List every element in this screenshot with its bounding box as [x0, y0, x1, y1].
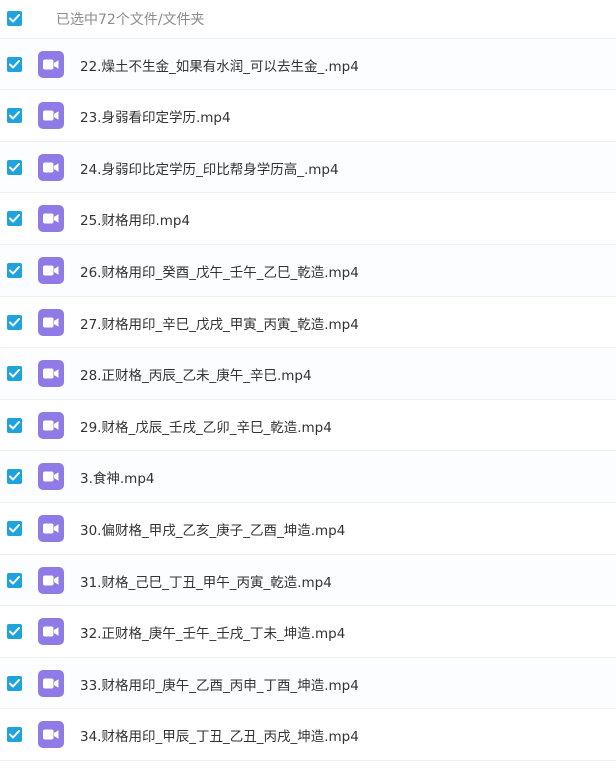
file-checkbox[interactable] [7, 417, 22, 433]
file-row[interactable]: 29.财格_戊辰_壬戌_乙卯_辛巳_乾造.mp4 [0, 399, 616, 452]
file-row[interactable]: 34.财格用印_甲辰_丁丑_乙丑_丙戌_坤造.mp4 [0, 709, 616, 761]
file-checkbox[interactable] [7, 727, 22, 743]
file-name[interactable]: 33.财格用印_庚午_乙酉_丙申_丁酉_坤造.mp4 [80, 674, 359, 694]
file-row[interactable]: 33.财格用印_庚午_乙酉_丙申_丁酉_坤造.mp4 [0, 657, 616, 710]
file-checkbox[interactable] [7, 56, 22, 72]
file-checkbox[interactable] [7, 366, 22, 382]
file-list-page: 21.财官格_癸亥_辛酉_庚戌_乾造.mp4 22.燥土不生金_如果有水润_可以… [0, 0, 616, 784]
checkmark-icon [9, 420, 20, 430]
file-checkbox[interactable] [7, 624, 22, 640]
file-name[interactable]: 22.燥土不生金_如果有水润_可以去生金_.mp4 [80, 55, 359, 75]
video-camera-icon [43, 265, 59, 276]
video-file-icon [38, 514, 64, 542]
file-row[interactable]: 24.身弱印比定学历_印比帮身学历高_.mp4 [0, 141, 616, 194]
file-checkbox[interactable] [7, 262, 22, 278]
file-name[interactable]: 23.身弱看印定学历.mp4 [80, 106, 231, 126]
video-camera-icon [43, 575, 59, 586]
checkmark-icon [9, 627, 20, 636]
video-camera-icon [43, 213, 59, 224]
file-row[interactable]: 22.燥土不生金_如果有水润_可以去生金_.mp4 [0, 38, 616, 91]
selection-header: 已选中72个文件/文件夹 [0, 0, 616, 38]
file-row[interactable]: 26.财格用印_癸酉_戊午_壬午_乙巳_乾造.mp4 [0, 244, 616, 297]
video-camera-icon [43, 59, 59, 70]
checkmark-icon [9, 214, 20, 223]
file-checkbox[interactable] [7, 469, 22, 485]
video-camera-icon [43, 471, 59, 482]
video-camera-icon [43, 420, 59, 431]
file-row[interactable]: 30.偏财格_甲戌_乙亥_庚子_乙酉_坤造.mp4 [0, 502, 616, 555]
file-checkbox[interactable] [7, 572, 22, 588]
checkmark-icon [9, 111, 20, 120]
checkmark-icon [9, 317, 20, 327]
video-camera-icon [43, 110, 59, 121]
file-name[interactable]: 3.食神.mp4 [80, 467, 154, 487]
file-row[interactable]: 3.食神.mp4 [0, 451, 616, 503]
file-name[interactable]: 29.财格_戊辰_壬戌_乙卯_辛巳_乾造.mp4 [80, 416, 332, 436]
video-file-icon [38, 256, 64, 284]
file-row[interactable]: 23.身弱看印定学历.mp4 [0, 90, 616, 142]
checkmark-icon [9, 369, 20, 378]
checkmark-icon [9, 162, 20, 172]
checkmark-icon [9, 678, 20, 688]
video-camera-icon [43, 523, 59, 534]
file-checkbox[interactable] [7, 675, 22, 691]
file-name[interactable]: 26.财格用印_癸酉_戊午_壬午_乙巳_乾造.mp4 [80, 261, 359, 281]
file-checkbox[interactable] [7, 159, 22, 175]
file-checkbox[interactable] [7, 108, 22, 124]
video-file-icon [38, 102, 64, 130]
checkmark-icon [9, 575, 20, 585]
file-name[interactable]: 28.正财格_丙辰_乙未_庚午_辛巳.mp4 [80, 364, 312, 384]
file-row[interactable]: 32.正财格_庚午_壬午_壬戌_丁未_坤造.mp4 [0, 606, 616, 658]
video-file-icon [38, 153, 64, 181]
video-camera-icon [43, 678, 59, 689]
video-file-icon [38, 463, 64, 491]
checkmark-icon [9, 14, 20, 23]
file-name[interactable]: 25.财格用印.mp4 [80, 209, 190, 229]
file-checkbox[interactable] [7, 211, 22, 227]
video-file-icon [38, 50, 64, 78]
checkmark-icon [9, 265, 20, 275]
file-name[interactable]: 27.财格用印_辛巳_戊戌_甲寅_丙寅_乾造.mp4 [80, 313, 359, 333]
file-checkbox[interactable] [7, 520, 22, 536]
video-camera-icon [43, 626, 59, 637]
file-name[interactable]: 24.身弱印比定学历_印比帮身学历高_.mp4 [80, 158, 339, 178]
video-file-icon [38, 308, 64, 336]
video-camera-icon [43, 317, 59, 328]
video-camera-icon [43, 162, 59, 173]
file-name[interactable]: 30.偏财格_甲戌_乙亥_庚子_乙酉_坤造.mp4 [80, 519, 345, 539]
file-row[interactable]: 31.财格_己巳_丁丑_甲午_丙寅_乾造.mp4 [0, 554, 616, 607]
video-file-icon [38, 411, 64, 439]
file-row[interactable]: 27.财格用印_辛巳_戊戌_甲寅_丙寅_乾造.mp4 [0, 296, 616, 349]
checkmark-icon [9, 472, 20, 481]
video-camera-icon [43, 729, 59, 740]
selection-count-text: 已选中72个文件/文件夹 [56, 12, 205, 28]
file-name[interactable]: 31.财格_己巳_丁丑_甲午_丙寅_乾造.mp4 [80, 571, 332, 591]
checkmark-icon [9, 523, 20, 533]
file-row[interactable]: 28.正财格_丙辰_乙未_庚午_辛巳.mp4 [0, 348, 616, 400]
file-row[interactable]: 25.财格用印.mp4 [0, 193, 616, 245]
video-file-icon [38, 721, 64, 749]
video-file-icon [38, 618, 64, 646]
select-all-checkbox[interactable] [7, 11, 22, 26]
video-file-icon [38, 360, 64, 388]
checkmark-icon [9, 730, 20, 739]
checkmark-icon [9, 59, 20, 69]
video-file-icon [38, 669, 64, 697]
file-name[interactable]: 34.财格用印_甲辰_丁丑_乙丑_丙戌_坤造.mp4 [80, 725, 359, 745]
file-list: 21.财官格_癸亥_辛酉_庚戌_乾造.mp4 22.燥土不生金_如果有水润_可以… [0, 0, 616, 761]
video-camera-icon [43, 368, 59, 379]
video-file-icon [38, 566, 64, 594]
file-checkbox[interactable] [7, 314, 22, 330]
file-name[interactable]: 32.正财格_庚午_壬午_壬戌_丁未_坤造.mp4 [80, 622, 345, 642]
video-file-icon [38, 205, 64, 233]
